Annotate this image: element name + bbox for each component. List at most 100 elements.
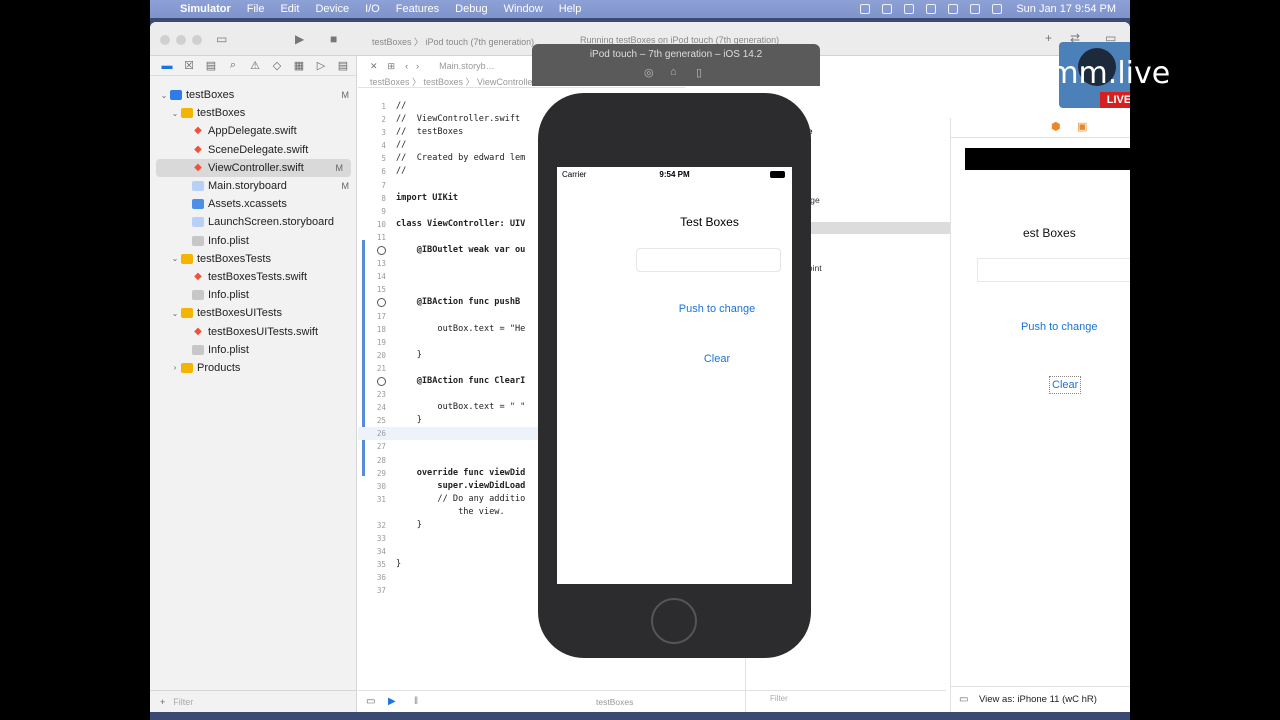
grid-icon[interactable]: ⊞ [388, 61, 396, 72]
navigator-item[interactable]: ⌄ testBoxesTests [150, 250, 357, 268]
menu-clock[interactable]: Sun Jan 17 9:54 PM [1016, 3, 1116, 15]
canvas-text-field[interactable] [977, 258, 1130, 282]
navigator-item[interactable]: Assets.xcassets [150, 195, 357, 213]
storyboard-canvas[interactable]: ⬢ ▣ est Boxes Push to change Clear ▭ Vie… [950, 118, 1130, 712]
connection-dot-icon[interactable] [377, 298, 386, 308]
push-to-change-button[interactable]: Push to change [637, 303, 797, 315]
modified-badge: M [335, 162, 344, 173]
debug-icon[interactable]: ▦ [288, 59, 310, 72]
code-text: class ViewController: UIV [396, 218, 526, 229]
tray-icon[interactable] [904, 4, 915, 14]
menu-file[interactable]: File [247, 3, 265, 15]
simulator-titlebar[interactable]: iPod touch – 7th generation – iOS 14.2 ◎… [532, 44, 820, 86]
back-icon[interactable]: ‹ [405, 61, 408, 71]
report-icon[interactable]: ▤ [332, 59, 354, 72]
disclosure-icon[interactable]: ⌄ [169, 309, 181, 318]
exit-icon[interactable]: ▣ [1077, 120, 1087, 133]
test-icon[interactable]: ◇ [266, 59, 288, 72]
navigator-item[interactable]: ⌄ testBoxesUITests [150, 304, 357, 322]
volume-icon[interactable] [926, 4, 937, 14]
disclosure-icon[interactable]: › [169, 363, 181, 372]
minimize-window-button[interactable] [176, 35, 186, 45]
navigator-item[interactable]: Info.plist [150, 232, 357, 250]
folder-icon[interactable]: ▬ [156, 60, 178, 72]
menu-io[interactable]: I/O [365, 3, 380, 15]
navigator-item[interactable]: ◆ AppDelegate.swift [150, 122, 357, 140]
menu-simulator[interactable]: Simulator [180, 3, 231, 15]
disclosure-icon[interactable]: ⌄ [158, 91, 170, 100]
canvas-toolbar: ⬢ ▣ [951, 118, 1130, 138]
canvas-title-label[interactable]: est Boxes [1023, 226, 1076, 240]
navigator-item[interactable]: Info.plist [150, 341, 357, 359]
home-icon[interactable]: ⌂ [670, 66, 677, 78]
search-icon[interactable] [992, 4, 1003, 14]
canvas-clear-button[interactable]: Clear [1049, 376, 1082, 394]
source-control-icon[interactable]: ☒ [178, 59, 200, 72]
plist-icon [192, 235, 204, 246]
tray-icon[interactable] [882, 4, 893, 14]
menu-device[interactable]: Device [315, 3, 349, 15]
menu-debug[interactable]: Debug [455, 3, 487, 15]
navigator-filter[interactable]: + Filter [150, 690, 357, 712]
add-icon[interactable]: + [160, 697, 165, 707]
code-text: // testBoxes [396, 127, 464, 138]
stop-icon[interactable]: ■ [330, 32, 337, 46]
navigator-item[interactable]: ◆ SceneDelegate.swift [150, 141, 357, 159]
warning-icon[interactable]: ⚠ [244, 59, 266, 72]
navigator-item[interactable]: LaunchScreen.storyboard [150, 213, 357, 231]
run-icon[interactable]: ▶ [295, 32, 304, 46]
outline-filter[interactable]: Filter [746, 690, 946, 706]
line-number: 24 [376, 403, 386, 413]
menu-edit[interactable]: Edit [280, 3, 299, 15]
zoom-window-button[interactable] [192, 35, 202, 45]
home-button[interactable] [651, 598, 697, 644]
connection-dot-icon[interactable] [377, 246, 386, 256]
sidebar-toggle-icon[interactable]: ▭ [959, 694, 968, 705]
menu-help[interactable]: Help [559, 3, 582, 15]
pause-icon[interactable]: ‖ [414, 696, 418, 707]
sidebar-toggle-icon[interactable]: ▭ [216, 32, 227, 46]
navigator-item[interactable]: Info.plist [150, 286, 357, 304]
out-box-field[interactable] [636, 248, 781, 272]
forward-icon[interactable]: › [416, 61, 419, 71]
cube-icon[interactable]: ⬢ [1051, 120, 1061, 133]
canvas-push-button[interactable]: Push to change [1021, 321, 1097, 333]
code-text: } [396, 520, 422, 530]
editor-tab[interactable]: Main.storyb… [439, 61, 495, 71]
close-window-button[interactable] [160, 35, 170, 45]
connection-dot-icon[interactable] [377, 376, 386, 386]
symbol-icon[interactable]: ▤ [200, 59, 222, 72]
filter-field[interactable]: Filter [173, 697, 193, 707]
line-number: 18 [376, 324, 386, 334]
close-icon[interactable]: ✕ [370, 61, 378, 72]
breakpoint-icon[interactable]: ▷ [310, 59, 332, 72]
navigator-item[interactable]: › Products [150, 359, 357, 377]
hide-debug-icon[interactable]: ▭ [366, 696, 375, 707]
disclosure-icon[interactable]: ⌄ [169, 109, 181, 118]
wifi-icon[interactable] [970, 4, 981, 14]
code-text: // Do any additio [396, 493, 526, 504]
search-icon[interactable]: ⌕ [222, 59, 244, 72]
bluetooth-icon[interactable] [948, 4, 959, 14]
view-as-label[interactable]: View as: iPhone 11 (wC hR) [979, 694, 1097, 705]
line-number: 5 [381, 154, 386, 164]
code-text: override func viewDid [396, 467, 526, 478]
navigator-item[interactable]: ◆ testBoxesTests.swift [150, 268, 357, 286]
scheme-selector[interactable]: testBoxes 〉 iPod touch (7th generation) [372, 35, 534, 48]
rotate-icon[interactable]: ▯ [696, 66, 702, 79]
add-icon[interactable]: + [1045, 31, 1052, 45]
navigator-item[interactable]: ⌄ testBoxes [150, 104, 357, 122]
navigator-item[interactable]: ◆ testBoxesUITests.swift [150, 322, 357, 340]
navigator-item[interactable]: Main.storyboard M [150, 177, 357, 195]
menu-window[interactable]: Window [504, 3, 543, 15]
screenshot-icon[interactable]: ◎ [644, 66, 654, 79]
code-text: import UIKit [396, 192, 459, 203]
tray-icon[interactable] [860, 4, 871, 14]
navigator-item[interactable]: ⌄ testBoxes M [150, 86, 357, 104]
simulator-screen[interactable]: Carrier 9:54 PM Test Boxes Push to chang… [557, 167, 792, 584]
disclosure-icon[interactable]: ⌄ [169, 254, 181, 263]
navigator-item[interactable]: ◆ ViewController.swift M [156, 158, 351, 177]
breakpoints-icon[interactable]: ▶ [388, 696, 396, 707]
clear-button[interactable]: Clear [667, 353, 767, 365]
menu-features[interactable]: Features [396, 3, 439, 15]
